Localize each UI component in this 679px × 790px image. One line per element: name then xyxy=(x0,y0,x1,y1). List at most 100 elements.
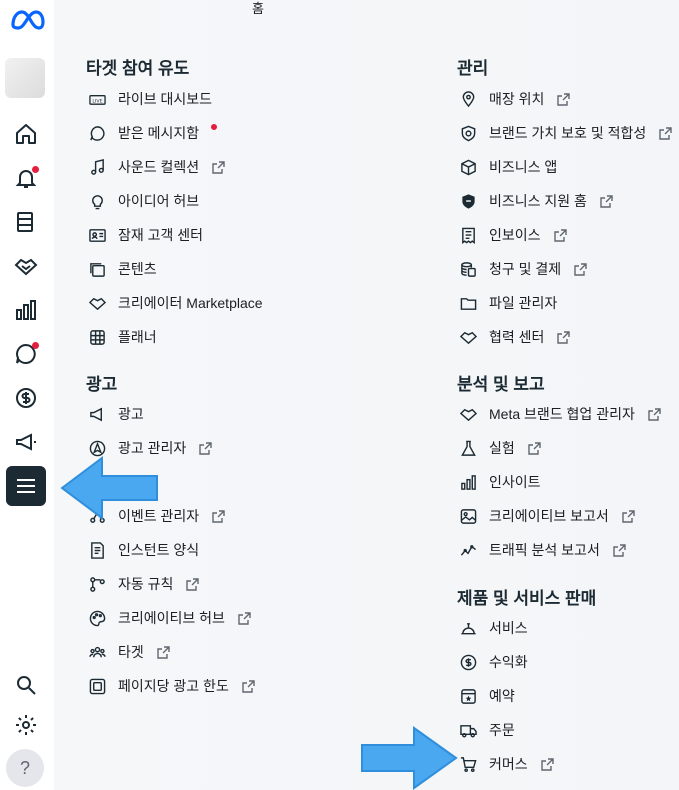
tool-label: 매장 위치 xyxy=(489,91,545,107)
tool-business-apps[interactable]: 비즈니스 앱 xyxy=(459,154,557,180)
tool-ads[interactable]: 광고 xyxy=(88,401,144,427)
tool-label: 페이지당 광고 한도 xyxy=(118,678,229,694)
meta-logo-icon[interactable] xyxy=(9,8,45,32)
trend-line-icon xyxy=(459,541,477,559)
tool-traffic-analysis-report[interactable]: 트래픽 분석 보고서 xyxy=(459,537,627,563)
search-icon[interactable] xyxy=(12,671,40,699)
tool-live-dashboard[interactable]: LIVE 라이브 대시보드 xyxy=(88,86,212,112)
shield-filled-icon xyxy=(459,192,477,210)
tool-label: 예약 xyxy=(489,688,515,704)
handshake-icon xyxy=(459,405,477,423)
handshake-icon[interactable] xyxy=(12,252,40,280)
posts-icon[interactable] xyxy=(12,208,40,236)
unread-dot xyxy=(211,124,218,130)
all-tools-menu-button[interactable] xyxy=(6,466,46,506)
external-link-icon xyxy=(540,757,554,771)
delivery-truck-icon xyxy=(459,721,477,739)
tool-audiences[interactable]: 타겟 xyxy=(88,639,171,665)
tool-label: 플래너 xyxy=(118,329,157,345)
tool-collaboration-center[interactable]: 협력 센터 xyxy=(459,324,571,350)
tool-label: 협력 센터 xyxy=(489,329,545,345)
tool-creator-marketplace[interactable]: 크리에이터 Marketplace xyxy=(88,290,263,316)
contact-card-icon xyxy=(88,226,106,244)
message-dot xyxy=(32,342,39,349)
help-button[interactable]: ? xyxy=(6,749,44,787)
tool-billing-payments[interactable]: 청구 및 결제 xyxy=(459,256,588,282)
section-title-analytics: 분석 및 보고 xyxy=(457,375,545,394)
coin-stack-icon xyxy=(459,260,477,278)
dollar-icon[interactable] xyxy=(12,384,40,412)
external-link-icon xyxy=(574,262,587,276)
tool-file-manager[interactable]: 파일 관리자 xyxy=(459,290,557,316)
tool-store-locations[interactable]: 매장 위치 xyxy=(459,86,571,112)
section-title-commerce: 제품 및 서비스 판매 xyxy=(457,589,597,608)
tool-invoices[interactable]: 인보이스 xyxy=(459,222,568,248)
tool-experiments[interactable]: 실험 xyxy=(459,435,542,461)
image-icon xyxy=(459,507,477,525)
music-note-icon xyxy=(88,158,106,176)
tool-commerce[interactable]: 커머스 xyxy=(459,751,555,777)
external-link-icon xyxy=(186,577,200,591)
tool-instant-forms[interactable]: 인스턴트 양식 xyxy=(88,537,199,563)
tool-planner[interactable]: 플래너 xyxy=(88,324,157,350)
tool-ad-limits[interactable]: 페이지당 광고 한도 xyxy=(88,673,256,699)
tool-insights[interactable]: 인사이트 xyxy=(459,469,541,495)
tool-label: 아이디어 허브 xyxy=(118,193,200,209)
insights-icon[interactable] xyxy=(12,296,40,324)
handshake-icon xyxy=(459,328,477,346)
branch-rules-icon xyxy=(88,575,106,593)
external-link-icon xyxy=(622,509,635,523)
screen-frame-icon xyxy=(88,677,106,695)
tool-label: 크리에이터 Marketplace xyxy=(118,295,263,311)
tool-inbox[interactable]: 받은 메시지함 xyxy=(88,120,218,146)
left-sidebar: ? xyxy=(0,0,54,790)
palette-icon xyxy=(88,609,106,627)
service-bell-icon xyxy=(459,619,477,637)
pointer-arrow-left-icon xyxy=(60,456,158,520)
page-title: 홈 xyxy=(252,1,264,16)
live-icon: LIVE xyxy=(88,90,106,108)
tool-brand-collabs-manager[interactable]: Meta 브랜드 협업 관리자 xyxy=(459,401,662,427)
tool-automated-rules[interactable]: 자동 규칙 xyxy=(88,571,200,597)
tool-brand-safety[interactable]: 브랜드 가치 보호 및 적합성 xyxy=(459,120,673,146)
tool-label: 실험 xyxy=(489,440,515,456)
cube-icon xyxy=(459,158,477,176)
tool-creative-reports[interactable]: 크리에이티브 보고서 xyxy=(459,503,636,529)
lightbulb-icon xyxy=(88,192,106,210)
tool-label: 청구 및 결제 xyxy=(489,261,562,277)
page-avatar[interactable] xyxy=(5,58,45,98)
tool-label: 크리에이티브 보고서 xyxy=(489,508,609,524)
content-stack-icon xyxy=(88,260,106,278)
tool-appointments[interactable]: 예약 xyxy=(459,683,515,709)
folder-icon xyxy=(459,294,477,312)
tool-monetization[interactable]: 수익화 xyxy=(459,649,528,675)
tool-creative-hub[interactable]: 크리에이티브 허브 xyxy=(88,605,252,631)
form-document-icon xyxy=(88,541,106,559)
external-link-icon xyxy=(212,509,225,523)
external-link-icon xyxy=(659,126,672,140)
tool-orders[interactable]: 주문 xyxy=(459,717,515,743)
tool-label: Meta 브랜드 협업 관리자 xyxy=(489,406,635,422)
tool-content[interactable]: 콘텐츠 xyxy=(88,256,157,282)
external-link-icon xyxy=(238,611,251,625)
people-group-icon xyxy=(88,643,106,661)
tool-sound-collection[interactable]: 사운드 컬렉션 xyxy=(88,154,226,180)
tool-label: 콘텐츠 xyxy=(118,261,157,277)
notification-dot xyxy=(32,166,39,173)
section-title-manage: 관리 xyxy=(457,59,489,78)
tool-label: 서비스 xyxy=(489,620,528,636)
tool-business-support-home[interactable]: 비즈니스 지원 홈 xyxy=(459,188,614,214)
tool-label: 인스턴트 양식 xyxy=(118,542,200,558)
megaphone-icon[interactable] xyxy=(12,428,40,456)
tool-label: 인보이스 xyxy=(489,227,541,243)
tool-label: 자동 규칙 xyxy=(118,576,174,592)
settings-gear-icon[interactable] xyxy=(12,711,40,739)
home-icon[interactable] xyxy=(12,120,40,148)
tool-label: 사운드 컬렉션 xyxy=(118,159,200,175)
tool-label: 수익화 xyxy=(489,654,528,670)
tool-label: 비즈니스 지원 홈 xyxy=(489,193,587,209)
bar-chart-icon xyxy=(459,473,477,491)
tool-idea-hub[interactable]: 아이디어 허브 xyxy=(88,188,199,214)
tool-services[interactable]: 서비스 xyxy=(459,615,528,641)
tool-leads-center[interactable]: 잠재 고객 센터 xyxy=(88,222,203,248)
